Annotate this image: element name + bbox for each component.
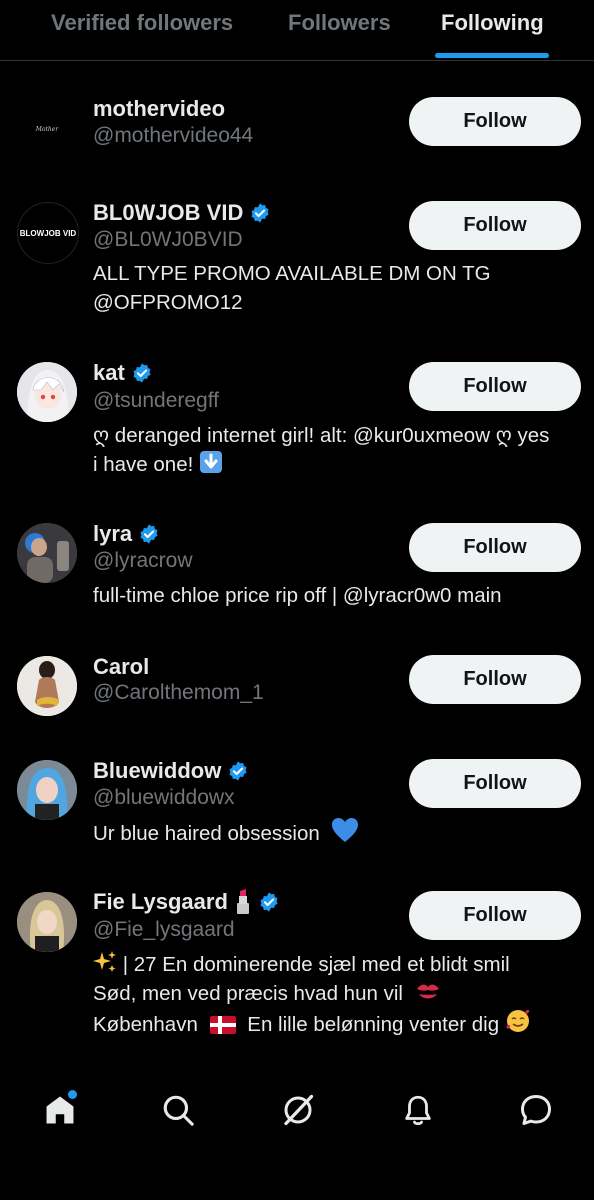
account-handle: @Carolthemom_1 (93, 681, 264, 704)
account-bio-line: Sød, men ved præcis hvad hun vil (93, 982, 403, 1005)
account-name[interactable]: Carol (93, 654, 149, 680)
tab-followers[interactable]: Followers (288, 10, 391, 36)
verified-badge-icon (251, 203, 269, 223)
avatar-logo-text: Mother (35, 126, 60, 133)
tab-verified-followers[interactable]: Verified followers (51, 10, 233, 36)
avatar[interactable] (17, 760, 77, 820)
account-name-line[interactable]: kat (93, 360, 153, 386)
account-name[interactable]: Bluewiddow (93, 758, 221, 784)
account-name[interactable]: mothervideo (93, 96, 225, 122)
account-handle: @bluewiddowx (93, 786, 235, 809)
account-bio-line: | 27 En dominerende sjæl med et blidt sm… (122, 953, 510, 976)
verified-badge-icon (140, 524, 158, 544)
kiss-mark-emoji-icon (416, 984, 439, 999)
grok-icon[interactable] (278, 1090, 318, 1130)
down-arrow-emoji-icon (200, 451, 223, 473)
follow-button[interactable]: Follow (409, 759, 581, 808)
avatar[interactable] (17, 362, 77, 422)
tab-following[interactable]: Following (441, 10, 544, 36)
avatar[interactable] (17, 892, 77, 952)
follow-button[interactable]: Follow (409, 201, 581, 250)
home-notification-dot (68, 1090, 77, 1099)
smiling-face-with-hearts-emoji-icon (505, 1009, 530, 1032)
avatar[interactable]: Mother (17, 98, 77, 158)
account-bio-line: København (93, 1013, 198, 1036)
follow-button[interactable]: Follow (409, 891, 581, 940)
account-handle: @lyracrow (93, 549, 193, 572)
account-name-line[interactable]: BL0WJOB VID (93, 200, 271, 226)
verified-badge-icon (260, 892, 278, 912)
avatar[interactable]: BLOWJOB VID (17, 202, 79, 264)
account-bio: full-time chloe price rip off | @lyracr0… (93, 584, 502, 607)
account-name-line[interactable]: Carol (93, 654, 149, 680)
home-icon[interactable] (40, 1090, 80, 1130)
follow-button[interactable]: Follow (409, 97, 581, 146)
account-name-line[interactable]: mothervideo (93, 96, 225, 122)
account-bio-text: Ur blue haired obsession (93, 822, 320, 845)
account-name-line[interactable]: Fie Lysgaard (93, 889, 280, 915)
messages-icon[interactable] (516, 1090, 556, 1130)
account-bio-text: ღ deranged internet girl! alt: @kur0uxme… (93, 424, 550, 476)
following-tabs: Verified followers Followers Following (0, 0, 594, 61)
denmark-flag-emoji-icon (209, 1016, 236, 1034)
account-name-line[interactable]: lyra (93, 521, 160, 547)
active-tab-indicator (435, 53, 549, 58)
account-handle: @BL0WJ0BVID (93, 228, 243, 251)
notifications-icon[interactable] (398, 1090, 438, 1130)
account-bio: | 27 En dominerende sjæl med et blidt sm… (93, 950, 573, 1039)
account-bio: ღ deranged internet girl! alt: @kur0uxme… (93, 421, 558, 479)
avatar[interactable] (17, 523, 77, 583)
account-handle: @tsunderegff (93, 389, 220, 412)
sparkles-emoji-icon (93, 951, 116, 972)
bottom-navigation (0, 1070, 594, 1150)
avatar[interactable] (17, 656, 77, 716)
avatar-logo-text: BLOWJOB VID (20, 229, 77, 238)
account-name-line[interactable]: Bluewiddow (93, 758, 249, 784)
account-name[interactable]: kat (93, 360, 125, 386)
follow-button[interactable]: Follow (409, 523, 581, 572)
account-bio: ALL TYPE PROMO AVAILABLE DM ON TG @OFPRO… (93, 262, 491, 314)
verified-badge-icon (133, 363, 151, 383)
follow-button[interactable]: Follow (409, 362, 581, 411)
lipstick-emoji-icon (236, 889, 249, 914)
blue-heart-emoji-icon (332, 818, 359, 842)
verified-badge-icon (229, 761, 247, 781)
account-bio: Ur blue haired obsession (93, 817, 573, 848)
account-handle: @Fie_lysgaard (93, 918, 235, 941)
follow-button[interactable]: Follow (409, 655, 581, 704)
account-name[interactable]: BL0WJOB VID (93, 200, 243, 226)
search-icon[interactable] (158, 1090, 198, 1130)
account-handle: @mothervideo44 (93, 124, 254, 147)
account-bio-line: En lille belønning venter dig (247, 1013, 500, 1036)
account-name[interactable]: lyra (93, 521, 132, 547)
account-name[interactable]: Fie Lysgaard (93, 889, 228, 915)
